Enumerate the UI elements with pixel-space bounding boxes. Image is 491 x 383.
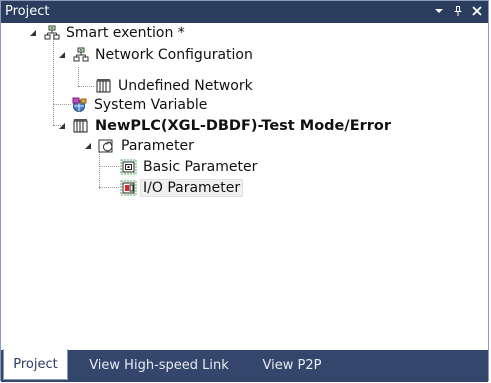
plc-icon bbox=[72, 118, 89, 134]
expand-triangle-icon[interactable] bbox=[58, 122, 66, 130]
tree-node-label: System Variable bbox=[94, 97, 208, 113]
tree-node-basic-parameter[interactable]: Basic Parameter bbox=[120, 157, 259, 177]
tree-line bbox=[78, 67, 79, 86]
tree-node-label: I/O Parameter bbox=[139, 179, 244, 197]
panel-tab-bar: Project View High-speed Link View P2P bbox=[1, 349, 488, 382]
expand-triangle-icon[interactable] bbox=[58, 51, 66, 59]
expand-triangle-icon[interactable] bbox=[84, 142, 92, 150]
dropdown-icon[interactable] bbox=[431, 3, 447, 19]
network-module-icon bbox=[95, 78, 112, 94]
tab-view-high-speed-link[interactable]: View High-speed Link bbox=[75, 350, 243, 380]
tree-line bbox=[53, 34, 54, 104]
tree-node-network-configuration[interactable]: Network Configuration bbox=[58, 45, 255, 65]
tree-line bbox=[99, 166, 119, 167]
tree-line bbox=[78, 86, 94, 87]
system-variable-icon bbox=[71, 97, 88, 113]
tree-node-label: Network Configuration bbox=[95, 47, 253, 63]
tree-node-label: Basic Parameter bbox=[143, 159, 258, 175]
tree-node-io-parameter[interactable]: I/O Parameter bbox=[120, 178, 244, 198]
panel-title: Project bbox=[5, 4, 50, 19]
parameter-icon bbox=[98, 138, 115, 154]
tree-node-undefined-network[interactable]: Undefined Network bbox=[95, 76, 255, 96]
tree-line bbox=[99, 187, 119, 188]
tab-project[interactable]: Project bbox=[3, 349, 68, 380]
tree-node-parameter[interactable]: Parameter bbox=[84, 136, 196, 156]
panel-titlebar[interactable]: Project bbox=[1, 1, 488, 23]
tab-label: View High-speed Link bbox=[89, 357, 229, 373]
network-config-icon bbox=[72, 47, 89, 63]
tree-node-label: Undefined Network bbox=[118, 78, 253, 94]
tree-line bbox=[99, 151, 100, 189]
tree-line bbox=[53, 104, 71, 105]
project-tree[interactable]: Smart exention * Network Configuration U… bbox=[1, 23, 488, 349]
tab-view-p2p[interactable]: View P2P bbox=[251, 350, 333, 380]
project-panel: Project Smart exention * Network Configu… bbox=[0, 0, 489, 382]
tree-node-label: NewPLC(XGL-DBDF)-Test Mode/Error bbox=[95, 118, 392, 134]
expand-triangle-icon[interactable] bbox=[29, 29, 37, 37]
io-parameter-icon bbox=[120, 180, 137, 196]
tree-node-plc[interactable]: NewPLC(XGL-DBDF)-Test Mode/Error bbox=[58, 116, 393, 136]
tree-node-label: Smart exention * bbox=[66, 25, 185, 41]
close-icon[interactable] bbox=[469, 3, 485, 19]
tab-label: Project bbox=[13, 356, 58, 372]
basic-parameter-icon bbox=[120, 159, 137, 175]
project-network-icon bbox=[43, 25, 60, 41]
tab-label: View P2P bbox=[262, 357, 322, 373]
pin-icon[interactable] bbox=[450, 3, 466, 19]
tree-node-root[interactable]: Smart exention * bbox=[29, 23, 187, 43]
tree-node-system-variable[interactable]: System Variable bbox=[71, 95, 209, 115]
tree-node-label: Parameter bbox=[121, 138, 194, 154]
tree-line bbox=[53, 104, 54, 125]
